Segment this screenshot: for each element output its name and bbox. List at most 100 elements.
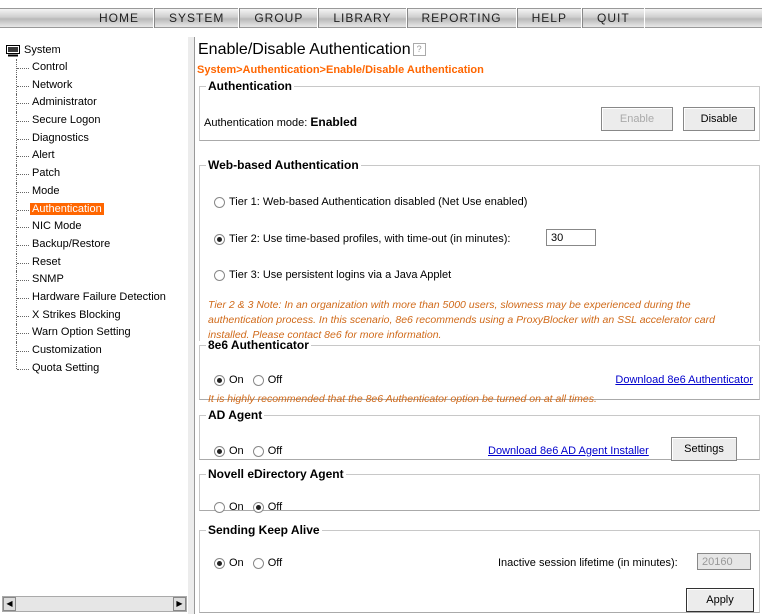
nav-quit[interactable]: QUIT [581, 8, 645, 28]
scroll-right-arrow-icon[interactable]: ▶ [173, 597, 186, 611]
auth-mode-row: Authentication mode: Enabled [204, 115, 357, 129]
sidebar-item-label: Authentication [30, 202, 104, 215]
sidebar-item-alert[interactable]: Alert [6, 147, 186, 165]
sidebar-tree: System Control Network Administrator Sec… [6, 42, 186, 377]
keep-alive-radio-group: On Off [214, 557, 282, 569]
tree-root-label: System [24, 44, 61, 56]
web-auth-section: Web-based Authentication Tier 1: Web-bas… [199, 158, 760, 341]
sidebar-item-quota-setting[interactable]: Quota Setting [6, 359, 186, 378]
sidebar-item-x-strikes-blocking[interactable]: X Strikes Blocking [6, 306, 186, 325]
section-legend: AD Agent [208, 408, 263, 422]
tier3-label: Tier 3: Use persistent logins via a Java… [229, 269, 452, 281]
sidebar-item-administrator[interactable]: Administrator [6, 94, 186, 112]
page-title: Enable/Disable Authentication [198, 41, 411, 58]
sidebar-item-label: NIC Mode [32, 220, 82, 233]
apply-button[interactable]: Apply [686, 588, 754, 612]
sidebar-item-label: Alert [32, 149, 55, 162]
sidebar-item-network[interactable]: Network [6, 76, 186, 95]
authentication-section: Authentication Authentication mode: Enab… [199, 79, 760, 141]
sidebar-item-secure-logon[interactable]: Secure Logon [6, 112, 186, 130]
on-label: On [229, 445, 244, 457]
pane-splitter[interactable] [188, 37, 195, 614]
auth-mode-label: Authentication mode: [204, 117, 308, 129]
sidebar-item-label: Secure Logon [32, 114, 101, 127]
tier1-option[interactable]: Tier 1: Web-based Authentication disable… [214, 196, 527, 208]
scroll-left-arrow-icon[interactable]: ◀ [3, 597, 16, 611]
off-label: Off [267, 445, 283, 457]
sidebar-item-hardware-failure-detection[interactable]: Hardware Failure Detection [6, 288, 186, 307]
ad-agent-settings-button[interactable]: Settings [671, 437, 737, 461]
sidebar-item-warn-option-setting[interactable]: Warn Option Setting [6, 324, 186, 342]
keep-alive-off-radio[interactable] [252, 557, 264, 569]
tier2-option[interactable]: Tier 2: Use time-based profiles, with ti… [214, 233, 510, 245]
sidebar-item-label: Administrator [32, 96, 97, 109]
main-content: Enable/Disable Authentication? System>Au… [197, 37, 762, 614]
tree-root[interactable]: System [6, 42, 186, 59]
sidebar-item-authentication[interactable]: Authentication [6, 200, 186, 219]
sidebar-item-label: Patch [32, 167, 61, 180]
on-label: On [229, 557, 244, 569]
on-label: On [229, 501, 244, 513]
authenticator-section: 8e6 Authenticator On Off Download 8e6 Au… [199, 338, 760, 405]
ad-agent-section: AD Agent On Off Download 8e6 AD Agent In… [199, 408, 760, 461]
ad-agent-radio-group: On Off [214, 445, 282, 457]
sidebar: System Control Network Administrator Sec… [0, 37, 189, 614]
tier2-timeout-input[interactable] [546, 229, 596, 246]
sidebar-item-nic-mode[interactable]: NIC Mode [6, 218, 186, 236]
session-lifetime-input[interactable] [697, 553, 751, 570]
session-lifetime-label: Inactive session lifetime (in minutes): [498, 557, 678, 569]
authenticator-radio-group: On Off [214, 374, 282, 386]
enable-button[interactable]: Enable [601, 107, 673, 131]
ad-agent-on-radio[interactable] [214, 445, 225, 457]
nav-system[interactable]: SYSTEM [154, 8, 240, 28]
nav-library[interactable]: LIBRARY [318, 8, 407, 28]
help-icon[interactable]: ? [412, 43, 426, 57]
section-legend: 8e6 Authenticator [208, 338, 309, 352]
download-authenticator-link[interactable]: Download 8e6 Authenticator [615, 374, 753, 386]
sidebar-item-snmp[interactable]: SNMP [6, 271, 186, 289]
nav-reporting[interactable]: REPORTING [406, 8, 517, 28]
novell-on-radio[interactable] [214, 501, 225, 513]
novell-radio-group: On Off [214, 501, 282, 513]
tier3-option[interactable]: Tier 3: Use persistent logins via a Java… [214, 269, 451, 281]
disable-button[interactable]: Disable [683, 107, 755, 131]
on-label: On [229, 374, 244, 386]
sidebar-item-label: Hardware Failure Detection [32, 290, 166, 303]
breadcrumb: System>Authentication>Enable/Disable Aut… [197, 64, 484, 76]
nav-home[interactable]: HOME [85, 8, 154, 28]
authenticator-on-radio[interactable] [214, 374, 225, 386]
authenticator-off-radio[interactable] [252, 374, 264, 386]
section-legend: Authentication [208, 79, 292, 93]
off-label: Off [267, 557, 283, 569]
nav-help[interactable]: HELP [516, 8, 582, 28]
nav-group[interactable]: GROUP [239, 8, 319, 28]
section-legend: Web-based Authentication [208, 158, 359, 172]
section-legend: Novell eDirectory Agent [208, 467, 344, 481]
sidebar-horizontal-scrollbar[interactable]: ◀ ▶ [2, 596, 187, 612]
sidebar-item-reset[interactable]: Reset [6, 253, 186, 272]
tier-note: Tier 2 & 3 Note: In an organization with… [208, 299, 715, 341]
download-ad-agent-link[interactable]: Download 8e6 AD Agent Installer [488, 445, 649, 457]
tier3-radio[interactable] [214, 269, 225, 281]
novell-off-radio[interactable] [252, 501, 264, 513]
sidebar-item-control[interactable]: Control [6, 59, 186, 77]
keep-alive-section: Sending Keep Alive On Off Inactive sessi… [199, 523, 760, 613]
tier2-radio[interactable] [214, 233, 225, 245]
sidebar-item-label: Control [32, 61, 68, 73]
sidebar-item-label: Customization [32, 344, 102, 356]
tier1-radio[interactable] [214, 196, 225, 208]
sidebar-item-label: Reset [32, 255, 61, 268]
sidebar-item-diagnostics[interactable]: Diagnostics [6, 129, 186, 148]
sidebar-item-patch[interactable]: Patch [6, 165, 186, 183]
sidebar-item-mode[interactable]: Mode [6, 182, 186, 201]
authenticator-warning: It is highly recommended that the 8e6 Au… [208, 393, 597, 405]
sidebar-item-label: X Strikes Blocking [32, 308, 121, 321]
sidebar-item-customization[interactable]: Customization [6, 342, 186, 360]
keep-alive-on-radio[interactable] [214, 557, 225, 569]
section-legend: Sending Keep Alive [208, 523, 320, 537]
sidebar-item-label: Quota Setting [32, 361, 100, 374]
ad-agent-off-radio[interactable] [252, 445, 264, 457]
novell-section: Novell eDirectory Agent On Off [199, 467, 760, 513]
sidebar-item-label: Network [32, 78, 73, 91]
sidebar-item-backup-restore[interactable]: Backup/Restore [6, 235, 186, 254]
